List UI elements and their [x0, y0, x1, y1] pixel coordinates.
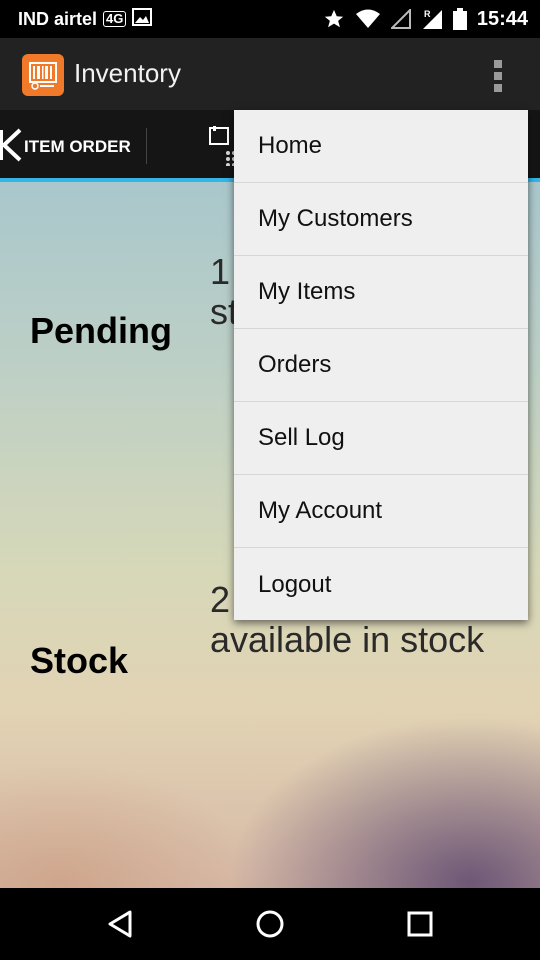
clock: 15:44 [476, 7, 528, 30]
back-icon[interactable] [102, 906, 138, 942]
menu-item-my-items[interactable]: My Items [234, 256, 528, 329]
app-title: Inventory [74, 58, 181, 88]
pending-label: Pending [30, 310, 172, 351]
image-icon [132, 7, 153, 31]
overflow-menu-icon[interactable] [486, 54, 510, 94]
recents-icon[interactable] [402, 906, 438, 942]
menu-item-sell-log[interactable]: Sell Log [234, 402, 528, 475]
overflow-popup-menu: Home My Customers My Items Orders Sell L… [234, 110, 528, 620]
signal-icon [390, 9, 411, 29]
tab-divider [146, 128, 147, 164]
menu-item-orders[interactable]: Orders [234, 329, 528, 402]
star-icon [323, 8, 345, 30]
navigation-bar [0, 888, 540, 960]
menu-item-my-customers[interactable]: My Customers [234, 183, 528, 256]
status-left: IND airtel 4G [18, 7, 153, 31]
home-icon[interactable] [252, 906, 288, 942]
barcode-icon[interactable] [22, 54, 64, 96]
tab-item-order[interactable]: ITEM ORDER [0, 128, 131, 167]
roaming-signal-icon: R [421, 8, 443, 30]
tab-item-order-icon [0, 128, 22, 167]
tab-item-order-label: ITEM ORDER [24, 137, 131, 156]
status-right: R 15:44 [323, 7, 528, 31]
menu-item-logout[interactable]: Logout [234, 548, 528, 621]
status-bar: IND airtel 4G R 15:44 [0, 0, 540, 38]
carrier-name: IND airtel [18, 8, 98, 29]
menu-item-my-account[interactable]: My Account [234, 475, 528, 548]
wifi-icon [355, 9, 381, 29]
menu-item-home[interactable]: Home [234, 110, 528, 183]
battery-icon [452, 8, 467, 30]
svg-text:R: R [424, 9, 431, 19]
network-type-badge: 4G [103, 11, 127, 27]
action-bar: Inventory [0, 38, 540, 110]
stock-label: Stock [30, 640, 129, 681]
